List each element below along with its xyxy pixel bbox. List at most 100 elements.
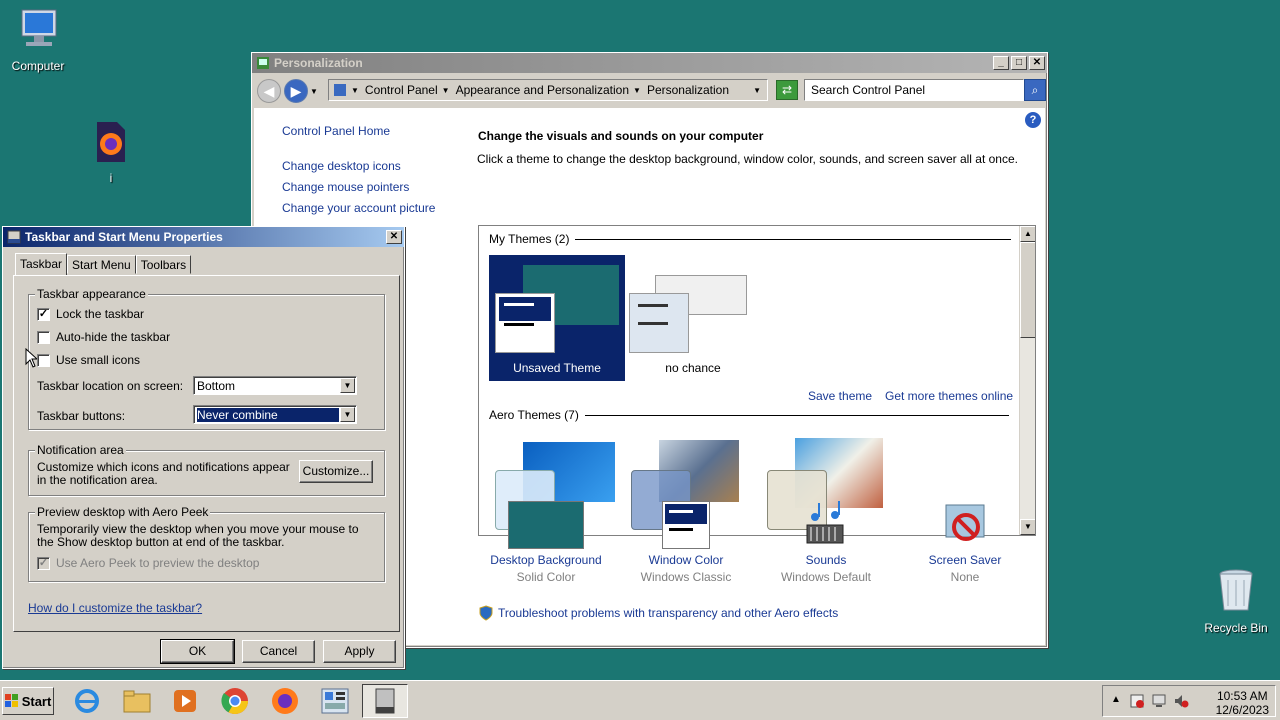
window-color-icon [662, 501, 710, 549]
volume-muted-icon[interactable] [1173, 693, 1189, 709]
side-link-home[interactable]: Control Panel Home [282, 124, 390, 138]
mouse-cursor-icon [25, 348, 37, 368]
taskbar-props-icon [375, 688, 395, 714]
address-history-dropdown-icon[interactable]: ▼ [753, 86, 761, 95]
checkbox-box[interactable] [37, 330, 50, 344]
lock-taskbar-checkbox[interactable]: ✓ Lock the taskbar [37, 307, 144, 321]
start-button[interactable]: Start [2, 687, 54, 715]
minimize-button[interactable]: _ [993, 56, 1009, 70]
close-button[interactable]: ✕ [386, 230, 402, 244]
save-theme-link[interactable]: Save theme [808, 389, 872, 403]
side-link-account-picture[interactable]: Change your account picture [282, 201, 435, 215]
action-center-icon[interactable] [1129, 693, 1145, 709]
theme-name: no chance [665, 361, 721, 375]
troubleshoot-link-row[interactable]: Troubleshoot problems with transparency … [478, 605, 838, 621]
show-hidden-icons-icon[interactable]: ▲ [1111, 694, 1121, 705]
desktop-icon-firefox-file[interactable]: i [73, 120, 149, 185]
notification-text: Customize which icons and notifications … [37, 460, 290, 487]
taskbar-taskbar-properties[interactable] [362, 684, 408, 718]
checkbox-label: Auto-hide the taskbar [56, 330, 171, 344]
troubleshoot-link[interactable]: Troubleshoot problems with transparency … [498, 606, 838, 620]
computer-icon [21, 9, 57, 46]
page-subtitle: Click a theme to change the desktop back… [477, 152, 1018, 166]
taskbar-firefox[interactable] [262, 684, 308, 718]
aero-themes-header: Aero Themes (7) [489, 408, 1009, 422]
taskbar-explorer[interactable] [114, 684, 160, 718]
back-button[interactable]: ◀ [257, 79, 281, 103]
theme-gallery: My Themes (2) Unsaved Theme no chance Sa… [478, 225, 1036, 536]
network-icon[interactable] [1151, 693, 1167, 709]
theme-unsaved[interactable]: Unsaved Theme [489, 255, 625, 381]
tab-start-menu[interactable]: Start Menu [67, 255, 136, 274]
side-link-mouse-pointers[interactable]: Change mouse pointers [282, 180, 409, 194]
dialog-title: Taskbar and Start Menu Properties [25, 230, 223, 244]
side-link-desktop-icons[interactable]: Change desktop icons [282, 159, 401, 173]
apply-button[interactable]: Apply [323, 640, 396, 663]
checkbox-box[interactable] [37, 353, 50, 367]
group-label: Preview desktop with Aero Peek [35, 505, 211, 519]
taskbar-props-icon [7, 230, 21, 244]
help-customize-link[interactable]: How do I customize the taskbar? [28, 601, 202, 615]
desktop-icon-label: Recycle Bin [1204, 621, 1268, 635]
breadcrumb-personalization[interactable]: Personalization [647, 83, 729, 97]
chevron-down-icon[interactable]: ▼ [351, 86, 359, 95]
system-tray: ▲ 10:53 AM 12/6/2023 [1102, 685, 1276, 717]
desktop-icon-recycle-bin[interactable]: Recycle Bin [1198, 566, 1274, 635]
taskbar-media-player[interactable] [162, 684, 208, 718]
address-bar[interactable]: ▼ Control Panel ▼ Appearance and Persona… [328, 79, 768, 101]
maximize-button[interactable]: □ [1011, 56, 1027, 70]
search-icon[interactable]: ⌕ [1024, 79, 1046, 101]
recent-pages-dropdown-icon[interactable]: ▼ [310, 87, 318, 96]
get-more-themes-link[interactable]: Get more themes online [885, 389, 1013, 403]
close-button[interactable]: ✕ [1029, 56, 1045, 70]
option-desktop-background[interactable]: Desktop Background Solid Color [481, 501, 611, 584]
chevron-down-icon[interactable]: ▼ [442, 86, 450, 95]
tab-toolbars[interactable]: Toolbars [135, 255, 192, 274]
option-subtitle: None [950, 570, 980, 584]
taskbar-ie[interactable] [64, 684, 110, 718]
search-input[interactable]: Search Control Panel [804, 79, 1024, 101]
dialog-titlebar[interactable]: Taskbar and Start Menu Properties ✕ [3, 227, 404, 247]
checkbox-box[interactable]: ✓ [37, 307, 50, 321]
firefox-icon [272, 688, 298, 714]
refresh-button[interactable]: ⇄ [776, 80, 798, 100]
dialog-tabs: Taskbar Start Menu Toolbars [15, 253, 192, 275]
help-icon[interactable]: ? [1025, 112, 1041, 128]
option-sounds[interactable]: Sounds Windows Default [761, 501, 891, 584]
forward-button[interactable]: ▶ [284, 79, 308, 103]
gallery-scrollbar[interactable]: ▲ ▼ [1019, 226, 1035, 535]
option-screen-saver[interactable]: Screen Saver None [900, 501, 1030, 584]
chevron-down-icon[interactable]: ▼ [633, 86, 641, 95]
option-title: Window Color [648, 553, 724, 567]
checkbox-label: Lock the taskbar [56, 307, 145, 321]
clock-time: 10:53 AM [1216, 689, 1268, 703]
group-label: Taskbar appearance [35, 287, 148, 301]
buttons-select[interactable]: Never combine ▼ [193, 405, 357, 424]
cancel-button[interactable]: Cancel [242, 640, 315, 663]
chevron-down-icon[interactable]: ▼ [340, 378, 355, 393]
theme-no-chance[interactable]: no chance [625, 255, 761, 381]
breadcrumb-appearance[interactable]: Appearance and Personalization [456, 83, 629, 97]
clock[interactable]: 10:53 AM 12/6/2023 [1216, 689, 1269, 717]
my-themes-header: My Themes (2) [489, 232, 1012, 246]
option-title: Desktop Background [490, 553, 602, 567]
desktop-icon-label: i [109, 171, 113, 185]
taskbar-chrome[interactable] [212, 684, 258, 718]
breadcrumb-control-panel[interactable]: Control Panel [365, 83, 438, 97]
scroll-thumb[interactable] [1020, 242, 1035, 338]
taskbar-control-panel[interactable] [312, 684, 358, 718]
customize-button[interactable]: Customize... [299, 460, 373, 483]
chevron-down-icon[interactable]: ▼ [340, 407, 355, 422]
option-window-color[interactable]: Window Color Windows Classic [621, 501, 751, 584]
scroll-up-icon[interactable]: ▲ [1020, 226, 1035, 242]
ok-button[interactable]: OK [160, 639, 235, 664]
group-notification-area: Notification area Customize which icons … [28, 443, 385, 496]
desktop-icon-computer[interactable]: Computer [0, 8, 76, 73]
autohide-checkbox[interactable]: Auto-hide the taskbar [37, 330, 170, 344]
small-icons-checkbox[interactable]: Use small icons [37, 353, 140, 367]
checkbox-box: ✓ [37, 556, 50, 570]
tab-taskbar[interactable]: Taskbar [15, 253, 68, 275]
location-select[interactable]: Bottom ▼ [193, 376, 357, 395]
option-subtitle: Windows Default [780, 570, 872, 584]
personalization-titlebar[interactable]: Personalization _ □ ✕ [252, 53, 1047, 73]
